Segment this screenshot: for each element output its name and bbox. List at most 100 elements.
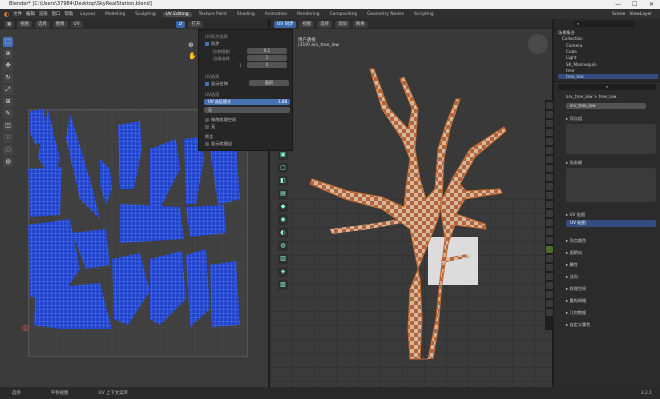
properties-section-header[interactable]: ▸ 自定义属性: [566, 322, 656, 328]
properties-section-header[interactable]: ▸ 属性: [566, 262, 656, 268]
properties-tab-icon[interactable]: [546, 291, 553, 298]
vp-menu-view[interactable]: 视图: [299, 20, 315, 28]
outliner[interactable]: ⌕ 场景集合 Collection Camera Cube Light SK_Manneq…: [554, 19, 660, 81]
maximize-button[interactable]: ☐: [632, 0, 637, 9]
properties-section-header[interactable]: ▸ 几何数据: [566, 310, 656, 316]
properties-section-header[interactable]: ▸ 形态键: [566, 160, 656, 166]
outliner-row[interactable]: tree_low: [558, 74, 658, 80]
workspace-tab[interactable]: Texture Paint: [196, 12, 230, 17]
outliner-row[interactable]: Collection: [558, 36, 583, 41]
field-3[interactable]: 1: [247, 62, 287, 68]
properties-tab-icon[interactable]: [546, 309, 553, 316]
sticky-dropdown[interactable]: 面积: [249, 80, 289, 86]
option-checkbox-1[interactable]: 修改纹理空间: [205, 117, 236, 123]
properties-tab-icon[interactable]: [546, 273, 553, 280]
knife-tool-icon[interactable]: ◆: [278, 202, 288, 212]
edge-slide-tool-icon[interactable]: ▥: [278, 254, 288, 264]
properties-tab-icon[interactable]: [546, 255, 553, 262]
workspace-tab[interactable]: Animation: [262, 12, 290, 17]
properties-section-header[interactable]: ▸ 面朝向: [566, 250, 656, 256]
properties-section-header[interactable]: ▸ 重构网格: [566, 298, 656, 304]
uv-menu-view[interactable]: 视图: [17, 20, 32, 28]
view-layer-selector[interactable]: ViewLayer: [629, 12, 660, 17]
outliner-row[interactable]: Camera: [558, 43, 582, 48]
uv-menu-image[interactable]: 图像: [52, 20, 68, 28]
properties-tab-icon[interactable]: [546, 264, 553, 271]
outliner-row[interactable]: tree: [558, 68, 574, 73]
inset-tool-icon[interactable]: ▢: [278, 163, 288, 173]
workspace-tab[interactable]: Modeling: [102, 12, 128, 17]
uv-sync-toggle-2[interactable]: UV 同步: [274, 20, 297, 28]
uv-menu-uv[interactable]: UV: [70, 20, 83, 28]
vp-menu-mesh[interactable]: 网格: [352, 20, 368, 28]
uv-select-mode-button[interactable]: UV 选区模式 1.88: [204, 99, 290, 105]
uv-menu-select[interactable]: 选择: [34, 20, 50, 28]
object-name-field[interactable]: arv_tree_low: [566, 103, 646, 109]
vp-menu-select[interactable]: 选择: [317, 20, 332, 28]
bevel-tool-icon[interactable]: ◧: [278, 176, 288, 186]
2d-cursor-icon[interactable]: ◎: [22, 323, 29, 332]
properties-tab-icon[interactable]: [546, 282, 553, 289]
properties-tab-icon[interactable]: [546, 165, 553, 172]
sync-checkbox[interactable]: 同步: [205, 41, 219, 47]
workspace-tab[interactable]: Shading: [234, 12, 258, 17]
shear-tool-icon[interactable]: ▧: [278, 280, 288, 290]
field-2[interactable]: 1: [247, 55, 287, 61]
uv-map-row[interactable]: UV 贴图: [566, 220, 656, 227]
close-button[interactable]: ✕: [649, 0, 654, 9]
smooth-tool-icon[interactable]: ◍: [278, 241, 288, 251]
list-box[interactable]: [566, 168, 656, 202]
properties-tab-icon[interactable]: [546, 210, 553, 217]
menu-item[interactable]: 渲染: [39, 11, 48, 17]
properties-tab-icon[interactable]: [546, 219, 553, 226]
blender-logo-icon[interactable]: ◐: [4, 11, 9, 18]
field-1[interactable]: 0.1: [247, 48, 287, 54]
workspace-tab[interactable]: Rendering: [294, 12, 322, 17]
scene-selector[interactable]: Scene: [612, 12, 625, 17]
uv-sync-popup[interactable]: UV同步选择 同步 拉伸限制 0.1 边缘选择 1 1 1 UV选项 显示拉伸 …: [198, 29, 293, 151]
workspace-tab[interactable]: Geometry Nodes: [364, 12, 407, 17]
menu-item[interactable]: 编辑: [26, 11, 35, 17]
properties-tab-icon[interactable]: [546, 237, 553, 244]
outliner-row[interactable]: Light: [558, 55, 576, 60]
menu-item[interactable]: 窗口: [52, 11, 61, 17]
navigation-gizmo[interactable]: [528, 34, 548, 54]
outliner-search[interactable]: ⌕: [574, 21, 634, 27]
sticky-checkbox[interactable]: 显示拉伸: [205, 81, 228, 87]
properties-tab-icon[interactable]: [546, 228, 553, 235]
properties-tab-icon[interactable]: [546, 192, 553, 199]
image-open-button[interactable]: 打开: [188, 20, 204, 28]
workspace-tab[interactable]: UV Editing: [162, 11, 192, 17]
properties-section-header[interactable]: ▸ 纹理空间: [566, 286, 656, 292]
outliner-row[interactable]: Cube: [558, 49, 577, 54]
extrude-tool-icon[interactable]: ▣: [278, 150, 288, 160]
properties-section-header[interactable]: ▸ UV 贴图: [566, 212, 656, 218]
properties-tab-icon[interactable]: [546, 201, 553, 208]
3d-viewport[interactable]: 用户透视 (319) arv_tree_low: [270, 29, 552, 387]
workspace-tab[interactable]: Scripting: [411, 12, 437, 17]
workspace-tab[interactable]: Compositing: [327, 12, 361, 17]
vp-menu-add[interactable]: 添加: [335, 20, 350, 28]
properties-tab-icon[interactable]: [546, 147, 553, 154]
properties-tab-icon[interactable]: [546, 174, 553, 181]
select-mode-dropdown[interactable]: 无: [204, 107, 290, 113]
properties-section-header[interactable]: ▸ 顶点颜色: [566, 238, 656, 244]
properties-tab-icon[interactable]: [546, 138, 553, 145]
shrink-tool-icon[interactable]: ◈: [278, 267, 288, 277]
option-checkbox-3[interactable]: 显示纹理边: [205, 141, 232, 147]
properties-tab-icon[interactable]: [546, 111, 553, 118]
menu-item[interactable]: 文件: [13, 11, 22, 17]
outliner-row[interactable]: 场景集合: [558, 30, 575, 36]
polybuild-tool-icon[interactable]: ◉: [278, 215, 288, 225]
uv-sync-toggle[interactable]: ⇄: [175, 20, 186, 28]
spin-tool-icon[interactable]: ◐: [278, 228, 288, 238]
list-box[interactable]: [566, 124, 656, 154]
properties-tab-icon[interactable]: [546, 120, 553, 127]
properties-tab-icon[interactable]: [546, 156, 553, 163]
option-checkbox-2[interactable]: 无: [205, 124, 215, 130]
properties-section-header[interactable]: ▸ 法向: [566, 274, 656, 280]
properties-tab-icon[interactable]: [546, 246, 553, 253]
properties-tab-icon[interactable]: [546, 102, 553, 109]
properties-tab-icon[interactable]: [546, 129, 553, 136]
workspace-tab[interactable]: Sculpting: [132, 12, 159, 17]
